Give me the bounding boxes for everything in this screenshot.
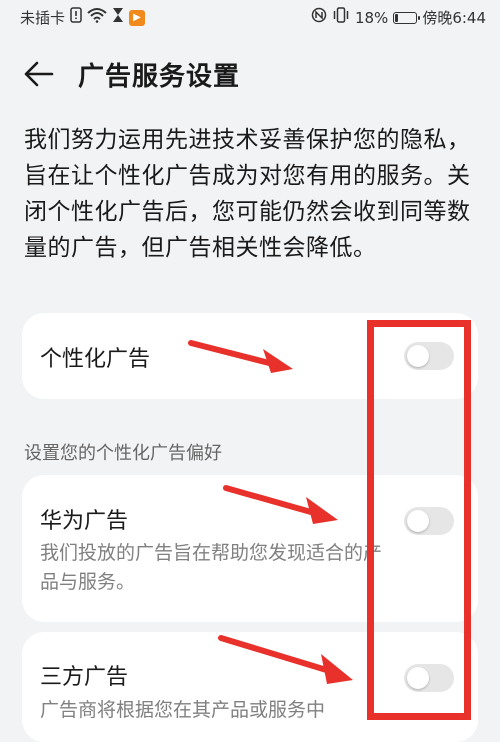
huawei-ads-label: 华为广告 — [40, 509, 129, 534]
carrier-text: 未插卡 — [20, 9, 66, 27]
status-right: 18% 傍晚6:44 — [311, 7, 486, 28]
back-arrow-icon — [24, 61, 54, 87]
section-label: 设置您的个性化广告偏好 — [24, 443, 222, 464]
intro-text: 我们努力运用先进技术妥善保护您的隐私，旨在让个性化广告成为对您有用的服务。关闭个… — [24, 127, 471, 261]
toggle-knob — [407, 345, 429, 367]
toggle-knob — [407, 667, 429, 689]
status-bar: 未插卡 ▶ 18% 傍晚6:44 — [0, 0, 500, 34]
status-time: 傍晚6:44 — [422, 9, 486, 27]
personalized-ads-toggle[interactable] — [404, 342, 454, 370]
wifi-icon — [87, 7, 107, 28]
warning-icon — [70, 7, 82, 28]
hourglass-icon — [112, 7, 124, 28]
third-party-ads-label: 三方广告 — [40, 665, 129, 690]
battery-level-fill — [395, 13, 399, 22]
vibrate-icon — [332, 7, 350, 28]
third-party-ads-toggle[interactable] — [404, 664, 454, 692]
header: 广告服务设置 — [0, 52, 500, 96]
huawei-ads-toggle[interactable] — [404, 507, 454, 535]
huawei-ads-card[interactable]: 华为广告 我们投放的广告旨在帮助您发现适合的产品与服务。 — [22, 475, 478, 622]
battery-percent: 18% — [354, 8, 389, 27]
back-button[interactable] — [22, 58, 56, 90]
third-party-ads-card[interactable]: 三方广告 广告商将根据您在其产品或服务中 — [22, 632, 478, 742]
battery-icon — [393, 11, 421, 24]
nfc-icon — [311, 7, 327, 28]
play-icon: ▶ — [129, 9, 146, 26]
personalized-ads-card[interactable]: 个性化广告 — [22, 313, 478, 399]
status-left: 未插卡 ▶ — [20, 7, 146, 28]
personalized-ads-label: 个性化广告 — [40, 347, 151, 372]
toggle-knob — [407, 510, 429, 532]
huawei-ads-description: 我们投放的广告旨在帮助您发现适合的产品与服务。 — [40, 542, 383, 593]
page-title: 广告服务设置 — [78, 62, 241, 92]
